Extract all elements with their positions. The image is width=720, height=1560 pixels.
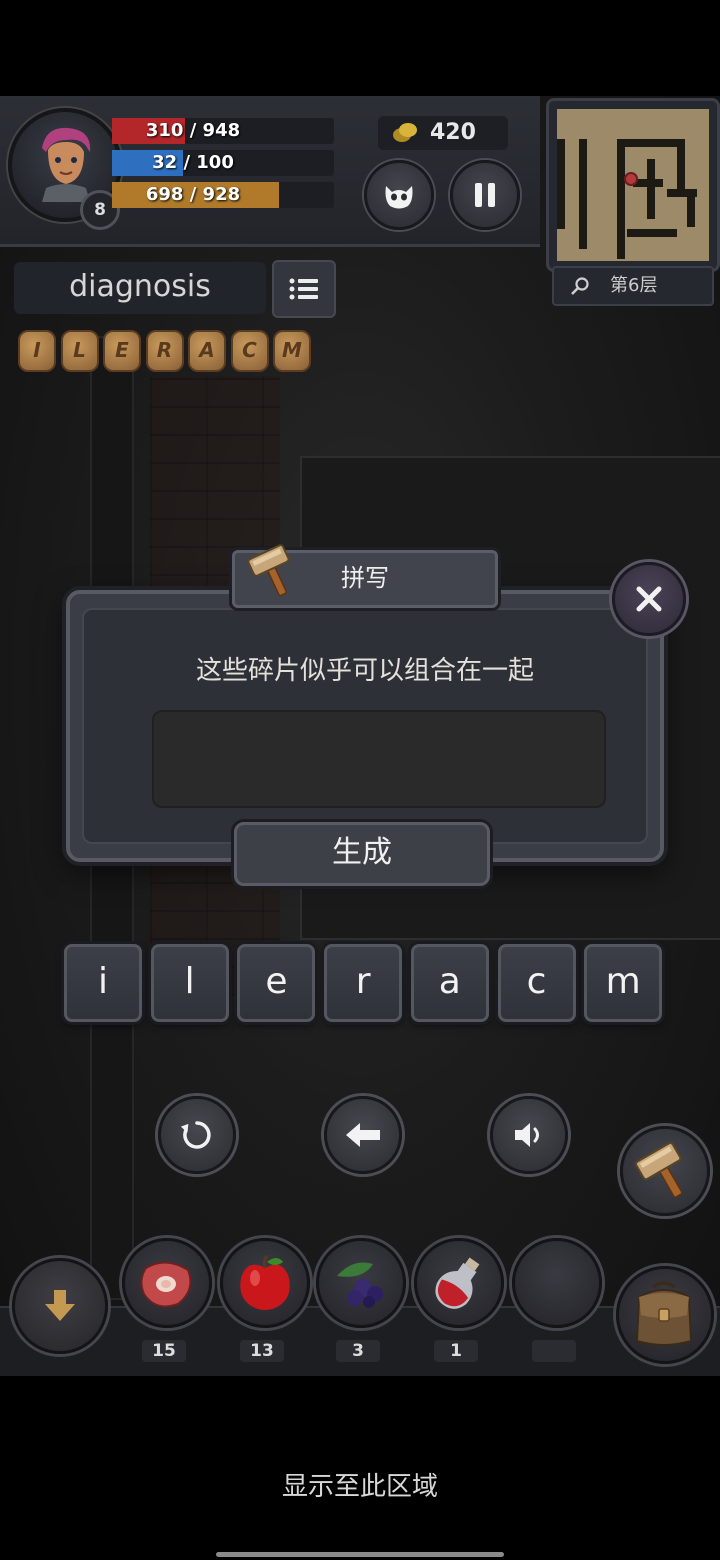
coin-icon — [393, 123, 417, 142]
hammer-icon — [247, 544, 290, 596]
xp-bar: 698 / 928 — [112, 182, 334, 208]
floor-indicator: 第6层 — [552, 266, 714, 306]
word-list-button[interactable] — [272, 260, 336, 318]
mp-bar: 32 / 100 — [112, 150, 334, 176]
rune-fragment: L — [60, 330, 99, 372]
refresh-icon — [180, 1121, 211, 1149]
sound-button[interactable] — [490, 1096, 568, 1174]
close-icon — [636, 586, 662, 612]
inventory-slot-meat[interactable] — [122, 1238, 212, 1328]
reset-button[interactable] — [158, 1096, 236, 1174]
target-word: diagnosis — [69, 269, 211, 304]
potion-icon — [435, 1257, 480, 1309]
display-area-label: 显示至此区域 — [281, 1472, 438, 1502]
letter-tile[interactable]: e — [237, 944, 316, 1022]
monster-button[interactable] — [364, 160, 434, 230]
hp-text: 310 / 948 — [145, 120, 241, 141]
pause-icon — [475, 183, 495, 207]
letter-tile[interactable]: r — [324, 944, 403, 1022]
coin-counter: 420 — [378, 116, 508, 150]
minimap[interactable] — [546, 98, 720, 272]
inventory-slot-apple[interactable] — [220, 1238, 310, 1328]
item-count — [532, 1340, 576, 1362]
spelling-input[interactable] — [152, 710, 606, 808]
descend-button[interactable] — [12, 1258, 108, 1354]
maze-map-icon — [557, 139, 697, 259]
hero-portrait-icon — [42, 127, 91, 202]
dialog-prompt: 这些碎片似乎可以组合在一起 — [195, 656, 534, 686]
meat-icon — [140, 1261, 192, 1308]
item-count: 13 — [240, 1340, 284, 1362]
letter-tile[interactable]: a — [410, 944, 489, 1022]
berries-icon — [337, 1262, 383, 1308]
search-icon — [571, 277, 589, 295]
rune-fragment: I — [18, 330, 56, 372]
arrow-left-icon — [346, 1123, 380, 1147]
home-indicator[interactable] — [216, 1552, 504, 1557]
inventory-slot-berries[interactable] — [316, 1238, 406, 1328]
generate-button[interactable]: 生成 — [234, 822, 490, 886]
target-word-box: diagnosis — [14, 262, 266, 314]
letter-tile[interactable]: m — [584, 944, 663, 1022]
minimap-area — [557, 109, 709, 261]
letter-tile[interactable]: l — [150, 944, 229, 1022]
generate-label: 生成 — [332, 835, 392, 870]
mp-text: 32 / 100 — [152, 152, 234, 173]
hp-bar: 310 / 948 — [112, 118, 334, 144]
monster-face-icon — [385, 186, 413, 209]
rune-fragment: R — [145, 330, 184, 372]
letter-tile[interactable]: i — [64, 944, 142, 1022]
rune-fragment: C — [230, 330, 269, 372]
speaker-icon — [515, 1123, 539, 1147]
backpack-button[interactable] — [616, 1266, 714, 1364]
item-count: 1 — [434, 1340, 478, 1362]
backspace-button[interactable] — [324, 1096, 402, 1174]
inventory-slot-potion[interactable] — [414, 1238, 504, 1328]
close-button[interactable] — [612, 562, 686, 636]
apple-icon — [240, 1254, 290, 1310]
list-icon — [289, 278, 318, 300]
floor-label: 第6层 — [610, 275, 658, 296]
item-count: 15 — [142, 1340, 186, 1362]
rune-fragment: A — [188, 330, 226, 372]
coin-amount: 420 — [430, 120, 476, 145]
hammer-button[interactable] — [620, 1126, 710, 1216]
inventory-slot-empty[interactable] — [512, 1238, 602, 1328]
letter-tile[interactable]: c — [497, 944, 576, 1022]
arrow-down-icon — [45, 1290, 75, 1321]
hammer-icon — [635, 1142, 683, 1198]
backpack-icon — [635, 1281, 693, 1346]
dialog-body: 这些碎片似乎可以组合在一起 — [82, 608, 648, 844]
rune-fragment: E — [103, 330, 141, 372]
xp-text: 698 / 928 — [145, 184, 241, 205]
game-viewport: 8 310 / 948 32 / 100 698 / 928 420 第6层 d… — [0, 96, 720, 1376]
item-count: 3 — [336, 1340, 380, 1362]
pause-button[interactable] — [450, 160, 520, 230]
rune-fragment: M — [273, 330, 311, 372]
